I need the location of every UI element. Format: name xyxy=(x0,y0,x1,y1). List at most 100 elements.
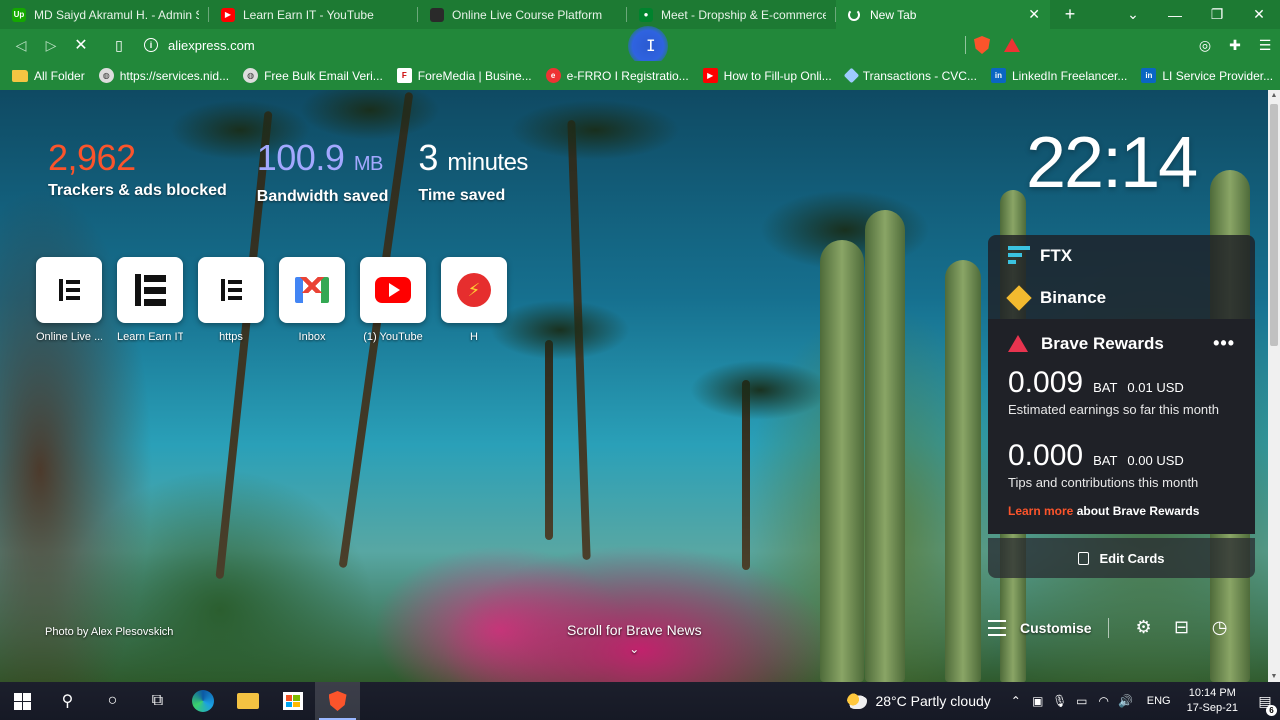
bookmark-services-nid[interactable]: ◍ https://services.nid... xyxy=(98,68,229,83)
search-button[interactable]: ⚲ xyxy=(45,682,90,720)
task-view-button[interactable]: ⧉ xyxy=(135,682,180,720)
linkedin-icon: in xyxy=(1141,68,1157,83)
tab-online-live-course[interactable]: Online Live Course Platform xyxy=(418,0,627,29)
brave-shields-icon[interactable] xyxy=(974,36,990,54)
stat-value: 3 minutes xyxy=(418,137,528,178)
scroll-down-arrow-icon[interactable]: ▼ xyxy=(1268,673,1280,680)
edge-icon xyxy=(191,690,214,712)
customise-button[interactable]: Customise xyxy=(988,619,1092,636)
address-input[interactable] xyxy=(168,37,668,53)
taskbar-clock[interactable]: 10:14 PM 17-Sep-21 xyxy=(1187,686,1238,716)
address-bar[interactable]: i I xyxy=(140,26,955,66)
bookmark-label: Free Bulk Email Veri... xyxy=(264,68,383,83)
weather-widget[interactable]: 28°C Partly cloudy xyxy=(847,693,991,709)
scrollbar-thumb[interactable] xyxy=(1270,104,1278,346)
app-tray-icon[interactable]: ▣ xyxy=(1027,694,1049,708)
tab-title: MD Saiyd Akramul H. - Admin Sup xyxy=(34,7,199,22)
more-options-icon[interactable]: ••• xyxy=(1213,333,1235,354)
close-tab-icon[interactable]: ✕ xyxy=(1028,6,1040,23)
taskbar-file-explorer[interactable] xyxy=(225,682,270,720)
bookmark-icon[interactable]: ▯ xyxy=(104,37,134,54)
top-site-inbox[interactable]: Inbox xyxy=(279,257,345,343)
tab-title: Meet - Dropship & E-commerce xyxy=(661,7,826,22)
bookmark-efrro[interactable]: e e-FRRO I Registratio... xyxy=(545,68,689,83)
battery-icon[interactable]: ▭ xyxy=(1071,694,1093,708)
brave-rewards-icon xyxy=(1008,335,1028,352)
taskbar-brave[interactable] xyxy=(315,682,360,720)
tab-search-icon[interactable]: ⌄ xyxy=(1112,6,1154,23)
scroll-for-news[interactable]: Scroll for Brave News ⌄ xyxy=(567,622,702,656)
bookmarks-icon[interactable]: ⊟ xyxy=(1163,617,1201,638)
tab-learn-earn-it-youtube[interactable]: ▶ Learn Earn IT - YouTube xyxy=(209,0,418,29)
tab-admin-support[interactable]: Up MD Saiyd Akramul H. - Admin Sup xyxy=(0,0,209,29)
maximize-icon[interactable]: ❐ xyxy=(1196,6,1238,23)
brave-rewards-icon[interactable] xyxy=(1004,38,1020,52)
photo-credit[interactable]: Photo by Alex Plesovskich xyxy=(45,626,173,638)
notifications-icon[interactable]: ▤ 6 xyxy=(1250,693,1280,716)
elementor-icon xyxy=(58,279,80,301)
top-site-tile[interactable] xyxy=(36,257,102,323)
input-language[interactable]: ENG xyxy=(1147,695,1171,707)
top-site-tile[interactable] xyxy=(198,257,264,323)
palm-frond xyxy=(300,90,440,140)
lightning-icon: ⚡ xyxy=(457,273,491,307)
taskbar-edge[interactable] xyxy=(180,682,225,720)
new-tab-button[interactable]: + xyxy=(1050,0,1090,29)
top-site-https[interactable]: https xyxy=(198,257,264,343)
menu-icon[interactable]: ☰ xyxy=(1250,37,1280,54)
settings-gear-icon[interactable]: ⚙ xyxy=(1125,617,1163,638)
top-site-online-live[interactable]: Online Live ... xyxy=(36,257,102,343)
sync-icon[interactable]: ◎ xyxy=(1190,37,1220,54)
microphone-icon[interactable]: 🎙 xyxy=(1049,694,1071,708)
notification-count: 6 xyxy=(1266,704,1277,716)
bookmark-free-bulk-email[interactable]: ◍ Free Bulk Email Veri... xyxy=(243,68,383,83)
cortana-button[interactable]: ○ xyxy=(90,682,135,720)
bookmark-how-to-fill-up[interactable]: ▶ How to Fill-up Onli... xyxy=(702,68,832,83)
edit-cards-button[interactable]: Edit Cards xyxy=(988,538,1255,578)
system-tray: 28°C Partly cloudy ⌃ ▣ 🎙 ▭ ◠ 🔊 ENG 10:14… xyxy=(847,682,1280,720)
bookmark-li-service-provider[interactable]: in LI Service Provider... xyxy=(1141,68,1273,83)
taskbar-store[interactable] xyxy=(270,682,315,720)
bookmark-label: Transactions - CVC... xyxy=(862,68,977,83)
close-window-icon[interactable]: ✕ xyxy=(1238,6,1280,23)
vertical-scrollbar[interactable]: ▲ ▼ xyxy=(1268,90,1280,682)
show-hidden-icons-icon[interactable]: ⌃ xyxy=(1005,694,1027,708)
start-button[interactable] xyxy=(0,682,45,720)
bookmark-all-folder[interactable]: All Folder xyxy=(12,69,85,83)
bookmark-foremedia[interactable]: F ForeMedia | Busine... xyxy=(396,68,532,83)
youtube-icon: ▶ xyxy=(702,68,718,83)
bookmark-label: LI Service Provider... xyxy=(1162,68,1274,83)
bookmark-transactions[interactable]: Transactions - CVC... xyxy=(843,67,977,84)
top-site-tile[interactable] xyxy=(117,257,183,323)
volume-icon[interactable]: 🔊 xyxy=(1115,694,1137,708)
forward-icon[interactable]: ▷ xyxy=(36,37,66,54)
tab-new-tab[interactable]: New Tab ✕ xyxy=(836,0,1050,29)
minimize-icon[interactable]: — xyxy=(1154,7,1196,23)
stop-loading-icon[interactable]: ✕ xyxy=(66,35,96,55)
cards-icon xyxy=(1078,551,1090,565)
ftx-icon xyxy=(1008,246,1030,266)
back-icon[interactable]: ◁ xyxy=(6,37,36,54)
top-site-h[interactable]: ⚡ H xyxy=(441,257,507,343)
binance-card[interactable]: Binance xyxy=(988,277,1255,319)
top-site-tile[interactable]: ⚡ xyxy=(441,257,507,323)
top-site-name: H xyxy=(470,331,478,343)
extensions-icon[interactable]: ✚ xyxy=(1220,37,1250,54)
edit-cards-label: Edit Cards xyxy=(1099,550,1165,566)
bookmark-linkedin-freelancer[interactable]: in LinkedIn Freelancer... xyxy=(990,68,1127,83)
tips-usd: 0.00 USD xyxy=(1127,453,1184,468)
top-site-tile[interactable] xyxy=(360,257,426,323)
tips-bat: BAT xyxy=(1093,453,1118,468)
top-site-youtube[interactable]: (1) YouTube xyxy=(360,257,426,343)
scroll-up-arrow-icon[interactable]: ▲ xyxy=(1268,92,1280,99)
tab-meet-dropship[interactable]: ● Meet - Dropship & E-commerce xyxy=(627,0,836,29)
wifi-icon[interactable]: ◠ xyxy=(1093,694,1115,708)
ftx-card[interactable]: FTX xyxy=(988,235,1255,277)
task-view-icon: ⧉ xyxy=(151,692,164,709)
learn-more-link[interactable]: Learn more xyxy=(1008,504,1073,518)
top-site-learn-earn-it[interactable]: Learn Earn IT xyxy=(117,257,183,343)
history-icon[interactable]: ◷ xyxy=(1201,617,1239,638)
partly-cloudy-icon xyxy=(847,693,868,709)
site-info-icon[interactable]: i xyxy=(144,38,158,52)
top-site-tile[interactable] xyxy=(279,257,345,323)
